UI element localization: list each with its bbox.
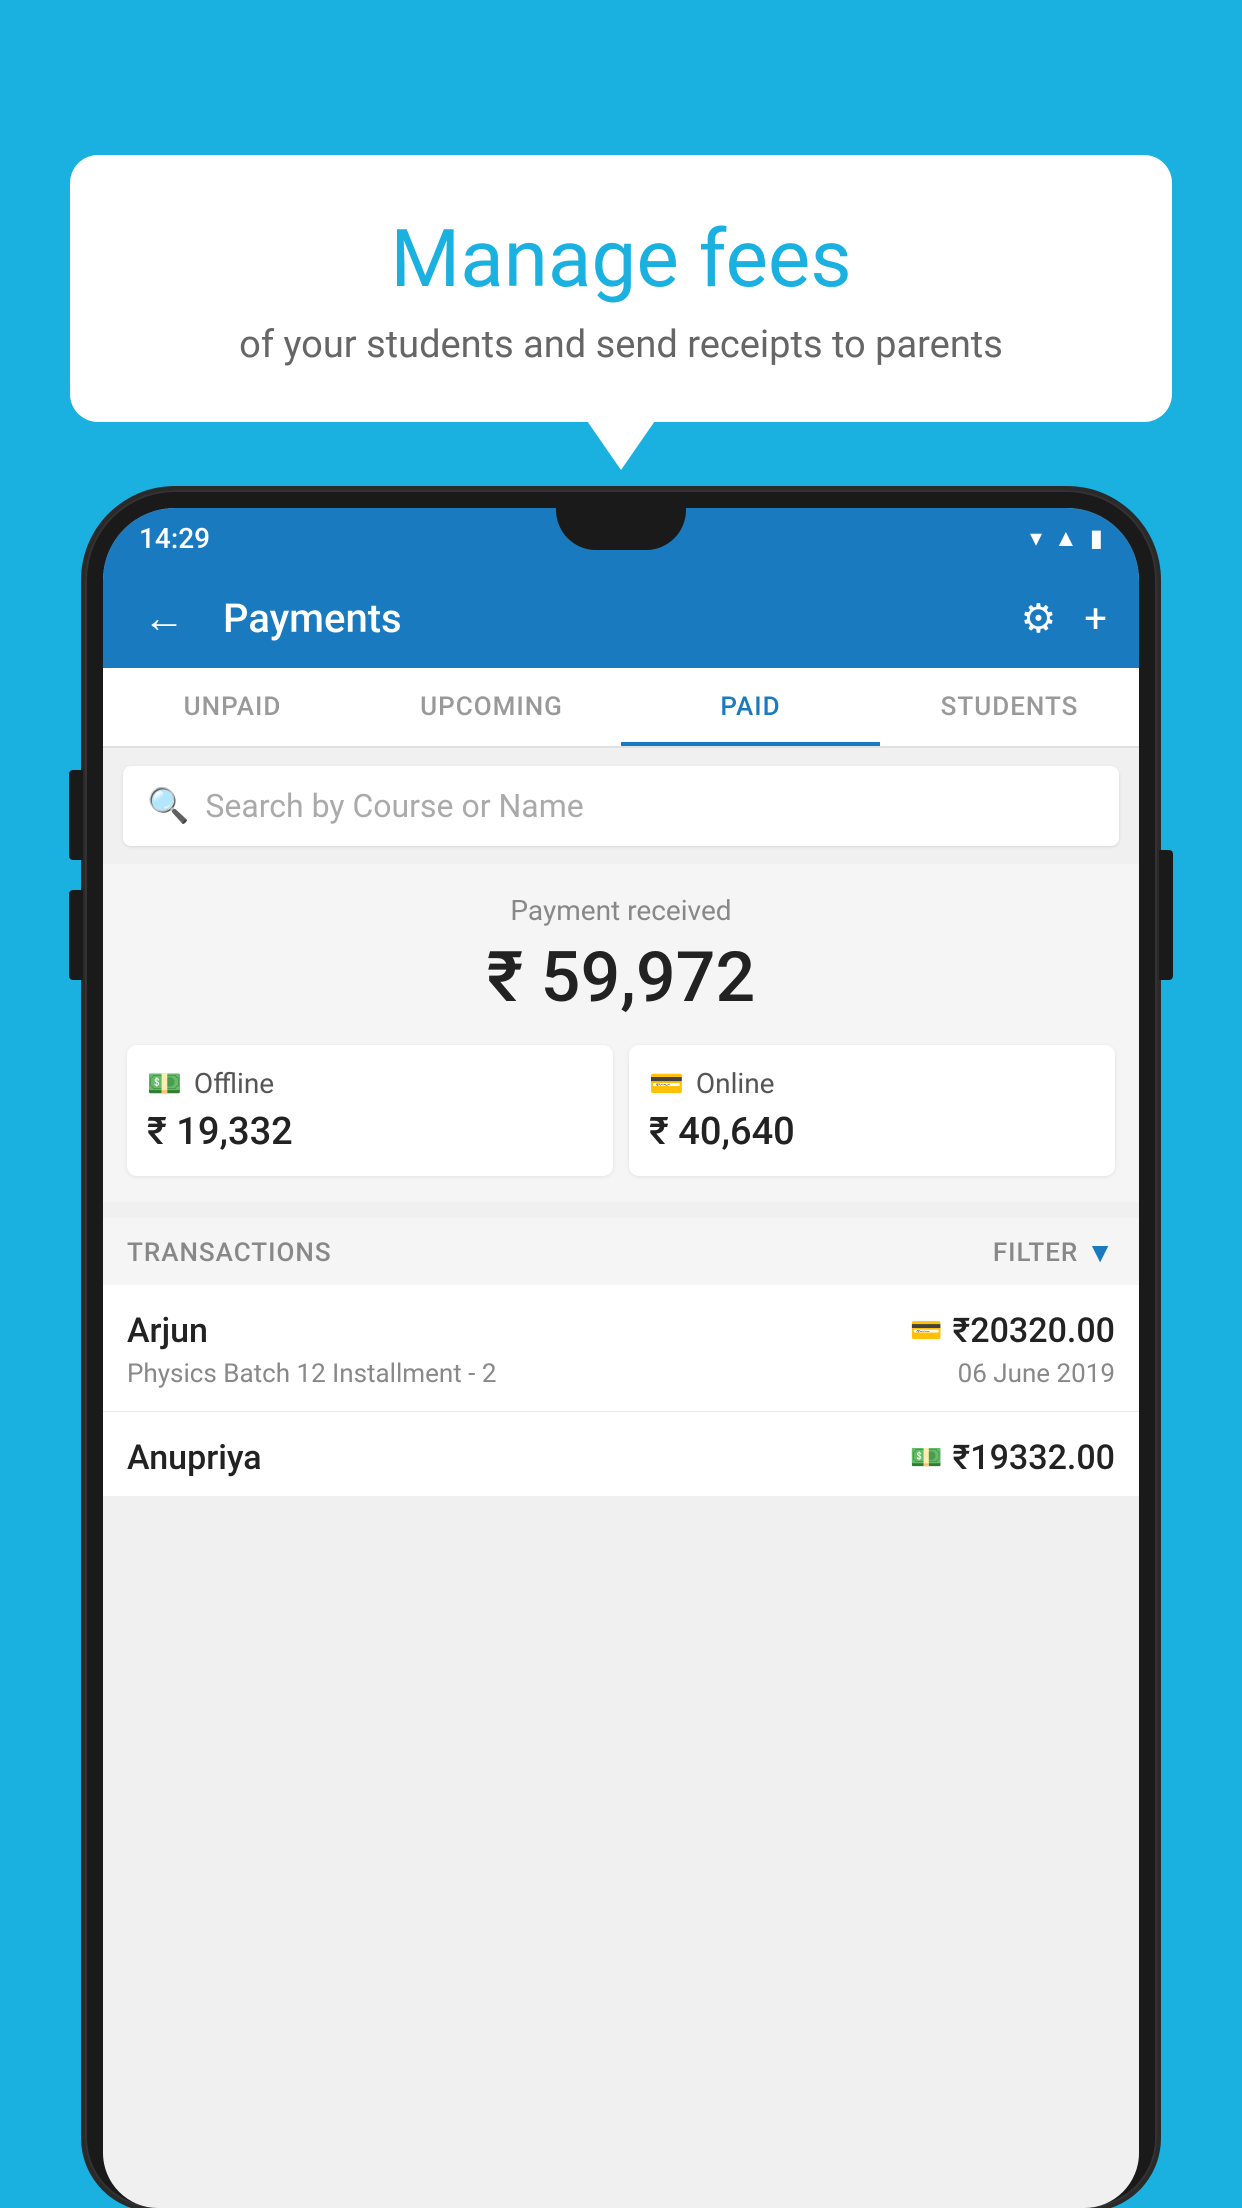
notch [556, 508, 686, 550]
settings-icon[interactable]: ⚙ [1020, 595, 1056, 642]
transactions-label: TRANSACTIONS [127, 1238, 332, 1268]
tab-upcoming[interactable]: UPCOMING [362, 668, 621, 746]
tab-paid[interactable]: PAID [621, 668, 880, 746]
cash-payment-icon: 💵 [910, 1443, 942, 1473]
transaction-list: Arjun 💳 ₹20320.00 Physics Batch 12 Insta… [103, 1285, 1139, 1496]
wifi-icon: ▾ [1030, 524, 1042, 552]
offline-amount: ₹ 19,332 [147, 1110, 593, 1154]
card-icon: 💳 [649, 1067, 684, 1100]
online-amount: ₹ 40,640 [649, 1110, 1095, 1154]
app-bar-actions: ⚙ + [1020, 595, 1107, 642]
table-row[interactable]: Arjun 💳 ₹20320.00 Physics Batch 12 Insta… [103, 1285, 1139, 1412]
status-time: 14:29 [139, 522, 210, 555]
offline-label: Offline [194, 1067, 274, 1100]
payment-card-icon: 💳 [910, 1316, 942, 1346]
tabs-bar: UNPAID UPCOMING PAID STUDENTS [103, 668, 1139, 748]
add-icon[interactable]: + [1084, 595, 1107, 642]
transaction-amount-wrap: 💳 ₹20320.00 [910, 1311, 1115, 1351]
app-bar: ← Payments ⚙ + [103, 568, 1139, 668]
transactions-header: TRANSACTIONS FILTER ▼ [103, 1218, 1139, 1285]
transaction-amount: ₹20320.00 [953, 1311, 1115, 1351]
search-bar[interactable]: 🔍 Search by Course or Name [123, 766, 1119, 846]
online-label: Online [696, 1067, 775, 1100]
search-input[interactable]: Search by Course or Name [205, 787, 583, 825]
phone-inner: 14:29 ▾ ▲ ▮ ← Payments ⚙ + UNPAID [103, 508, 1139, 2208]
offline-payment-card: 💵 Offline ₹ 19,332 [127, 1045, 613, 1176]
payment-summary: Payment received ₹ 59,972 💵 Offline ₹ 19… [103, 864, 1139, 1202]
search-icon: 🔍 [147, 786, 189, 826]
partial-amount: ₹19332.00 [953, 1438, 1115, 1478]
phone-outer: 14:29 ▾ ▲ ▮ ← Payments ⚙ + UNPAID [85, 490, 1157, 2208]
offline-card-header: 💵 Offline [147, 1067, 593, 1100]
table-row[interactable]: Anupriya 💵 ₹19332.00 [103, 1412, 1139, 1496]
transaction-row-top: Arjun 💳 ₹20320.00 [127, 1311, 1115, 1351]
transaction-name: Arjun [127, 1311, 208, 1351]
speech-bubble: Manage fees of your students and send re… [70, 155, 1172, 422]
online-card-header: 💳 Online [649, 1067, 1095, 1100]
phone-mockup: 14:29 ▾ ▲ ▮ ← Payments ⚙ + UNPAID [85, 490, 1157, 2208]
bubble-subtitle: of your students and send receipts to pa… [130, 323, 1112, 367]
signal-icon: ▲ [1054, 524, 1078, 553]
content-area: 🔍 Search by Course or Name Payment recei… [103, 748, 1139, 1496]
tab-unpaid[interactable]: UNPAID [103, 668, 362, 746]
status-icons: ▾ ▲ ▮ [1030, 524, 1103, 553]
partial-amount-wrap: 💵 ₹19332.00 [910, 1438, 1115, 1478]
back-button[interactable]: ← [135, 586, 193, 651]
transaction-name: Anupriya [127, 1438, 262, 1478]
filter-label: FILTER [993, 1238, 1078, 1268]
battery-icon: ▮ [1090, 524, 1103, 552]
filter-icon: ▼ [1086, 1236, 1115, 1269]
online-payment-card: 💳 Online ₹ 40,640 [629, 1045, 1115, 1176]
payment-cards: 💵 Offline ₹ 19,332 💳 Online ₹ 40,640 [123, 1045, 1119, 1176]
transaction-date: 06 June 2019 [958, 1359, 1115, 1389]
bubble-title: Manage fees [130, 215, 1112, 303]
payment-received-label: Payment received [123, 894, 1119, 927]
transaction-desc: Physics Batch 12 Installment - 2 [127, 1359, 496, 1389]
tab-students[interactable]: STUDENTS [880, 668, 1139, 746]
cash-icon: 💵 [147, 1067, 182, 1100]
status-bar: 14:29 ▾ ▲ ▮ [103, 508, 1139, 568]
speech-bubble-wrapper: Manage fees of your students and send re… [70, 155, 1172, 422]
partial-row-top: Anupriya 💵 ₹19332.00 [127, 1438, 1115, 1478]
filter-button[interactable]: FILTER ▼ [993, 1236, 1115, 1269]
app-bar-title: Payments [223, 595, 1000, 642]
payment-total-amount: ₹ 59,972 [123, 937, 1119, 1019]
transaction-row-bottom: Physics Batch 12 Installment - 2 06 June… [127, 1359, 1115, 1389]
